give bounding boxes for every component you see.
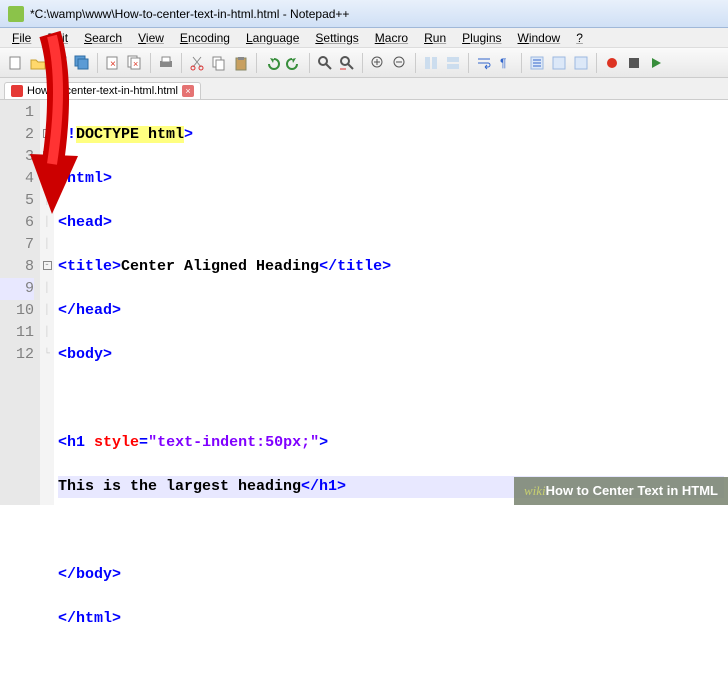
tab-label: How-to-center-text-in-html.html [27,85,178,97]
menu-window[interactable]: Window [510,29,569,47]
code-area[interactable]: <!DOCTYPE html> <html> <head> <title>Cen… [54,100,728,505]
menu-language[interactable]: Language [238,29,307,47]
svg-text:×: × [133,59,138,69]
titlebar: *C:\wamp\www\How-to-center-text-in-html.… [0,0,728,28]
function-list-icon[interactable] [571,53,591,73]
menu-help[interactable]: ? [568,29,591,47]
editor[interactable]: 123456789101112 - - ││││ - │││└ <!DOCTYP… [0,100,728,505]
menubar: File Edit Search View Encoding Language … [0,28,728,48]
play-macro-icon[interactable] [646,53,666,73]
open-file-icon[interactable] [28,53,48,73]
paste-icon[interactable] [231,53,251,73]
stop-macro-icon[interactable] [624,53,644,73]
save-icon[interactable] [50,53,70,73]
undo-icon[interactable] [262,53,282,73]
zoom-in-icon[interactable] [368,53,388,73]
cut-icon[interactable] [187,53,207,73]
fold-toggle-icon[interactable]: - [43,261,52,270]
fold-toggle-icon[interactable]: - [43,151,52,160]
zoom-out-icon[interactable] [390,53,410,73]
copy-icon[interactable] [209,53,229,73]
window-title: *C:\wamp\www\How-to-center-text-in-html.… [30,7,349,21]
wordwrap-icon[interactable] [474,53,494,73]
folder-icon[interactable] [549,53,569,73]
menu-view[interactable]: View [130,29,172,47]
fold-column: - - ││││ - │││└ [40,100,54,505]
menu-macro[interactable]: Macro [367,29,416,47]
file-tab[interactable]: How-to-center-text-in-html.html × [4,82,201,99]
menu-file[interactable]: File [4,29,39,47]
menu-settings[interactable]: Settings [307,29,366,47]
sync-h-icon[interactable] [443,53,463,73]
close-all-icon[interactable]: × [125,53,145,73]
new-file-icon[interactable] [6,53,26,73]
menu-search[interactable]: Search [76,29,130,47]
record-macro-icon[interactable] [602,53,622,73]
file-modified-icon [11,85,23,97]
toolbar: × × ¶ [0,48,728,78]
indent-guide-icon[interactable] [527,53,547,73]
close-icon[interactable]: × [103,53,123,73]
menu-run[interactable]: Run [416,29,454,47]
tab-close-icon[interactable]: × [182,85,194,97]
menu-edit[interactable]: Edit [39,29,76,47]
menu-encoding[interactable]: Encoding [172,29,238,47]
fold-toggle-icon[interactable]: - [43,129,52,138]
find-icon[interactable] [315,53,335,73]
sync-v-icon[interactable] [421,53,441,73]
app-icon [8,6,24,22]
svg-text:×: × [110,59,116,70]
show-all-chars-icon[interactable]: ¶ [496,53,516,73]
svg-text:¶: ¶ [500,56,506,70]
print-icon[interactable] [156,53,176,73]
line-gutter: 123456789101112 [0,100,40,505]
redo-icon[interactable] [284,53,304,73]
save-all-icon[interactable] [72,53,92,73]
replace-icon[interactable] [337,53,357,73]
tabbar: How-to-center-text-in-html.html × [0,78,728,100]
watermark: wikiHow to Center Text in HTML [514,477,728,505]
menu-plugins[interactable]: Plugins [454,29,509,47]
